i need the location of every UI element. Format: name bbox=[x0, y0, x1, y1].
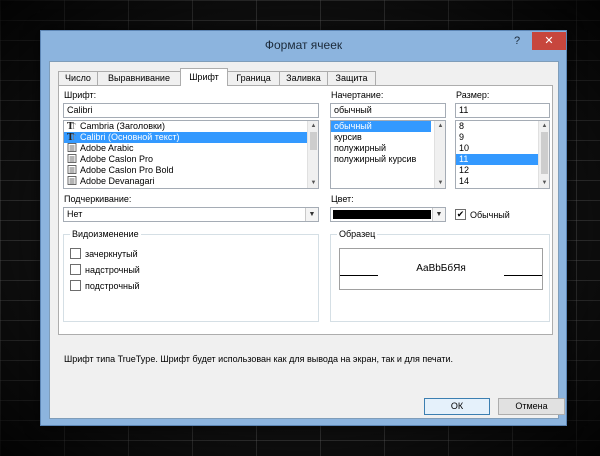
style-list-scrollbar[interactable]: ▲ ▼ bbox=[434, 121, 445, 188]
color-label: Цвет: bbox=[331, 194, 354, 204]
size-list-scrollbar[interactable]: ▲ ▼ bbox=[538, 121, 549, 188]
close-button[interactable]: ✕ bbox=[532, 32, 566, 50]
font-list-item-label: Adobe Devanagari bbox=[80, 176, 155, 186]
strikethrough-label: зачеркнутый bbox=[85, 249, 138, 259]
chevron-down-icon[interactable]: ▼ bbox=[305, 208, 318, 221]
subscript-label: подстрочный bbox=[85, 281, 140, 291]
preview-group-title: Образец bbox=[337, 229, 378, 239]
font-size-list[interactable]: 8 9 10 11 12 14 ▲ ▼ bbox=[455, 120, 550, 189]
font-tab-panel: Шрифт: Calibri T T Cambria (Заголовки) T T Ca… bbox=[58, 85, 553, 335]
font-style-list[interactable]: обычный курсив полужирный полужирный курсив… bbox=[330, 120, 446, 189]
font-list-scrollbar[interactable]: ▲ ▼ bbox=[307, 121, 318, 188]
effects-group: Видоизменение зачеркнутый надстрочный по… bbox=[63, 229, 319, 322]
size-list-item[interactable]: 14 bbox=[456, 176, 538, 187]
preview-text: АаВbБбЯя bbox=[416, 263, 466, 274]
checkmark-icon: ✔ bbox=[456, 209, 465, 219]
scroll-up-icon[interactable]: ▲ bbox=[435, 121, 445, 131]
font-list-item-label: Adobe Caslon Pro bbox=[80, 154, 154, 164]
font-list-item-label: Adobe Caslon Pro Bold bbox=[80, 165, 174, 175]
font-list-item[interactable]: Adobe Caslon Pro bbox=[64, 154, 307, 165]
tab-alignment[interactable]: Выравнивание bbox=[97, 71, 181, 85]
size-list-item[interactable]: 12 bbox=[456, 165, 538, 176]
font-list-item-label: Cambria (Заголовки) bbox=[80, 121, 165, 131]
font-name-input[interactable]: Calibri bbox=[63, 103, 319, 118]
size-list-item[interactable]: 10 bbox=[456, 143, 538, 154]
normal-font-checkbox[interactable]: ✔ bbox=[455, 209, 466, 220]
font-style-input[interactable]: обычный bbox=[330, 103, 446, 118]
scroll-thumb[interactable] bbox=[541, 132, 548, 174]
size-list-item[interactable]: 11 bbox=[456, 154, 538, 165]
size-label: Размер: bbox=[456, 90, 490, 100]
size-list-item[interactable]: 8 bbox=[456, 121, 538, 132]
underline-select[interactable]: Нет ▼ bbox=[63, 207, 319, 222]
tab-font[interactable]: Шрифт bbox=[180, 68, 228, 86]
font-list-item-label: Adobe Arabic bbox=[80, 143, 134, 153]
help-button[interactable]: ? bbox=[504, 32, 530, 50]
color-swatch bbox=[333, 210, 431, 219]
font-list-item[interactable]: Adobe Devanagari bbox=[64, 176, 307, 187]
scroll-down-icon[interactable]: ▼ bbox=[539, 178, 549, 188]
font-list-item[interactable]: T T Cambria (Заголовки) bbox=[64, 121, 307, 132]
opentype-icon bbox=[67, 154, 80, 164]
format-cells-dialog: Формат ячеек ? ✕ Число Выравнивание Шриф… bbox=[40, 30, 567, 426]
normal-font-label: Обычный bbox=[470, 210, 510, 220]
svg-text:T: T bbox=[71, 123, 76, 130]
style-list-item[interactable]: полужирный курсив bbox=[331, 154, 434, 165]
titlebar: Формат ячеек ? ✕ bbox=[41, 31, 566, 59]
style-list-item[interactable]: полужирный bbox=[331, 143, 434, 154]
strikethrough-checkbox[interactable] bbox=[70, 248, 81, 259]
font-list-item[interactable]: Adobe Caslon Pro Bold bbox=[64, 165, 307, 176]
opentype-icon bbox=[67, 165, 80, 175]
font-list-item-label: Calibri (Основной текст) bbox=[80, 132, 180, 142]
effects-group-title: Видоизменение bbox=[70, 229, 141, 239]
underline-value: Нет bbox=[67, 209, 83, 219]
tab-number[interactable]: Число bbox=[58, 71, 98, 85]
subscript-checkbox[interactable] bbox=[70, 280, 81, 291]
font-list-item[interactable]: Adobe Arabic bbox=[64, 143, 307, 154]
style-list-item[interactable]: курсив bbox=[331, 132, 434, 143]
opentype-icon bbox=[67, 143, 80, 153]
size-list-item[interactable]: 9 bbox=[456, 132, 538, 143]
dialog-title: Формат ячеек bbox=[264, 38, 343, 52]
font-list[interactable]: T T Cambria (Заголовки) T T Calibri (Основной… bbox=[63, 120, 319, 189]
chevron-down-icon[interactable]: ▼ bbox=[432, 208, 445, 221]
truetype-icon: TT bbox=[67, 121, 80, 131]
tab-protection[interactable]: Защита bbox=[327, 71, 376, 85]
scroll-up-icon[interactable]: ▲ bbox=[539, 121, 549, 131]
scroll-thumb[interactable] bbox=[310, 132, 317, 150]
scroll-up-icon[interactable]: ▲ bbox=[308, 121, 318, 131]
style-label: Начертание: bbox=[331, 90, 384, 100]
tab-fill[interactable]: Заливка bbox=[279, 71, 328, 85]
font-list-item[interactable]: T T Calibri (Основной текст) bbox=[64, 132, 307, 143]
tab-border[interactable]: Граница bbox=[227, 71, 280, 85]
truetype-icon: TT bbox=[67, 132, 80, 142]
superscript-label: надстрочный bbox=[85, 265, 140, 275]
font-info-text: Шрифт типа TrueType. Шрифт будет использ… bbox=[64, 354, 454, 364]
svg-text:T: T bbox=[71, 134, 76, 141]
scroll-down-icon[interactable]: ▼ bbox=[435, 178, 445, 188]
preview-group: Образец АаВbБбЯя bbox=[330, 229, 550, 322]
preview-box: АаВbБбЯя bbox=[339, 248, 543, 290]
cancel-button[interactable]: Отмена bbox=[498, 398, 565, 415]
baseline-line-left bbox=[340, 275, 378, 276]
style-list-item[interactable]: обычный bbox=[331, 121, 431, 132]
ok-button[interactable]: ОК bbox=[424, 398, 490, 415]
color-picker[interactable]: ▼ bbox=[330, 207, 446, 222]
baseline-line-right bbox=[504, 275, 542, 276]
scroll-down-icon[interactable]: ▼ bbox=[308, 178, 318, 188]
font-label: Шрифт: bbox=[64, 90, 97, 100]
font-size-input[interactable]: 11 bbox=[455, 103, 550, 118]
dialog-client-area: Число Выравнивание Шрифт Граница Заливка… bbox=[49, 61, 565, 419]
superscript-checkbox[interactable] bbox=[70, 264, 81, 275]
underline-label: Подчеркивание: bbox=[64, 194, 132, 204]
opentype-icon bbox=[67, 176, 80, 186]
